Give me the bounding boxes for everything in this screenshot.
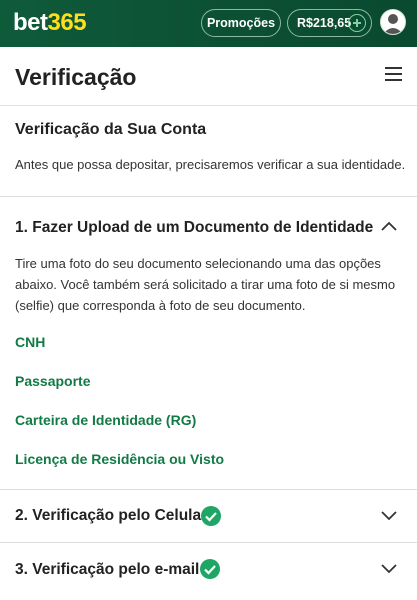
divider bbox=[0, 542, 417, 543]
user-icon bbox=[383, 14, 403, 34]
balance-button[interactable]: R$218,65 bbox=[287, 9, 372, 37]
check-icon bbox=[201, 506, 221, 526]
promotions-button[interactable]: Promoções bbox=[201, 9, 281, 37]
document-option-passport[interactable]: Passaporte bbox=[15, 373, 90, 389]
check-icon bbox=[200, 559, 220, 579]
upload-description: Tire uma foto do seu documento seleciona… bbox=[15, 256, 396, 313]
bet365-logo[interactable]: bet365 bbox=[13, 9, 87, 37]
phone-verification-header[interactable]: 2. Verificação pelo Celular bbox=[15, 506, 207, 526]
account-verification-title: Verificação da Sua Conta bbox=[15, 121, 207, 138]
balance-amount: R$218,65 bbox=[297, 16, 352, 30]
account-avatar[interactable] bbox=[380, 9, 406, 35]
document-option-id-card[interactable]: Carteira de Identidade (RG) bbox=[15, 412, 196, 428]
document-option-residence-visa[interactable]: Licença de Residência ou Visto bbox=[15, 451, 224, 467]
divider bbox=[0, 196, 417, 197]
divider bbox=[0, 489, 417, 490]
top-bar: bet365 Promoções R$218,65 bbox=[0, 0, 417, 47]
email-verification-header[interactable]: 3. Verificação pelo e-mail bbox=[15, 560, 199, 580]
page-title: Verificação bbox=[15, 64, 137, 90]
document-option-cnh[interactable]: CNH bbox=[15, 334, 45, 350]
plus-icon bbox=[348, 14, 366, 32]
chevron-up-icon[interactable] bbox=[381, 221, 397, 231]
account-verification-intro: Antes que possa depositar, precisaremos … bbox=[15, 157, 406, 172]
upload-section-header[interactable]: 1. Fazer Upload de um Documento de Ident… bbox=[15, 218, 373, 238]
menu-icon[interactable] bbox=[385, 67, 402, 82]
chevron-down-icon[interactable] bbox=[381, 564, 397, 574]
chevron-down-icon[interactable] bbox=[381, 511, 397, 521]
